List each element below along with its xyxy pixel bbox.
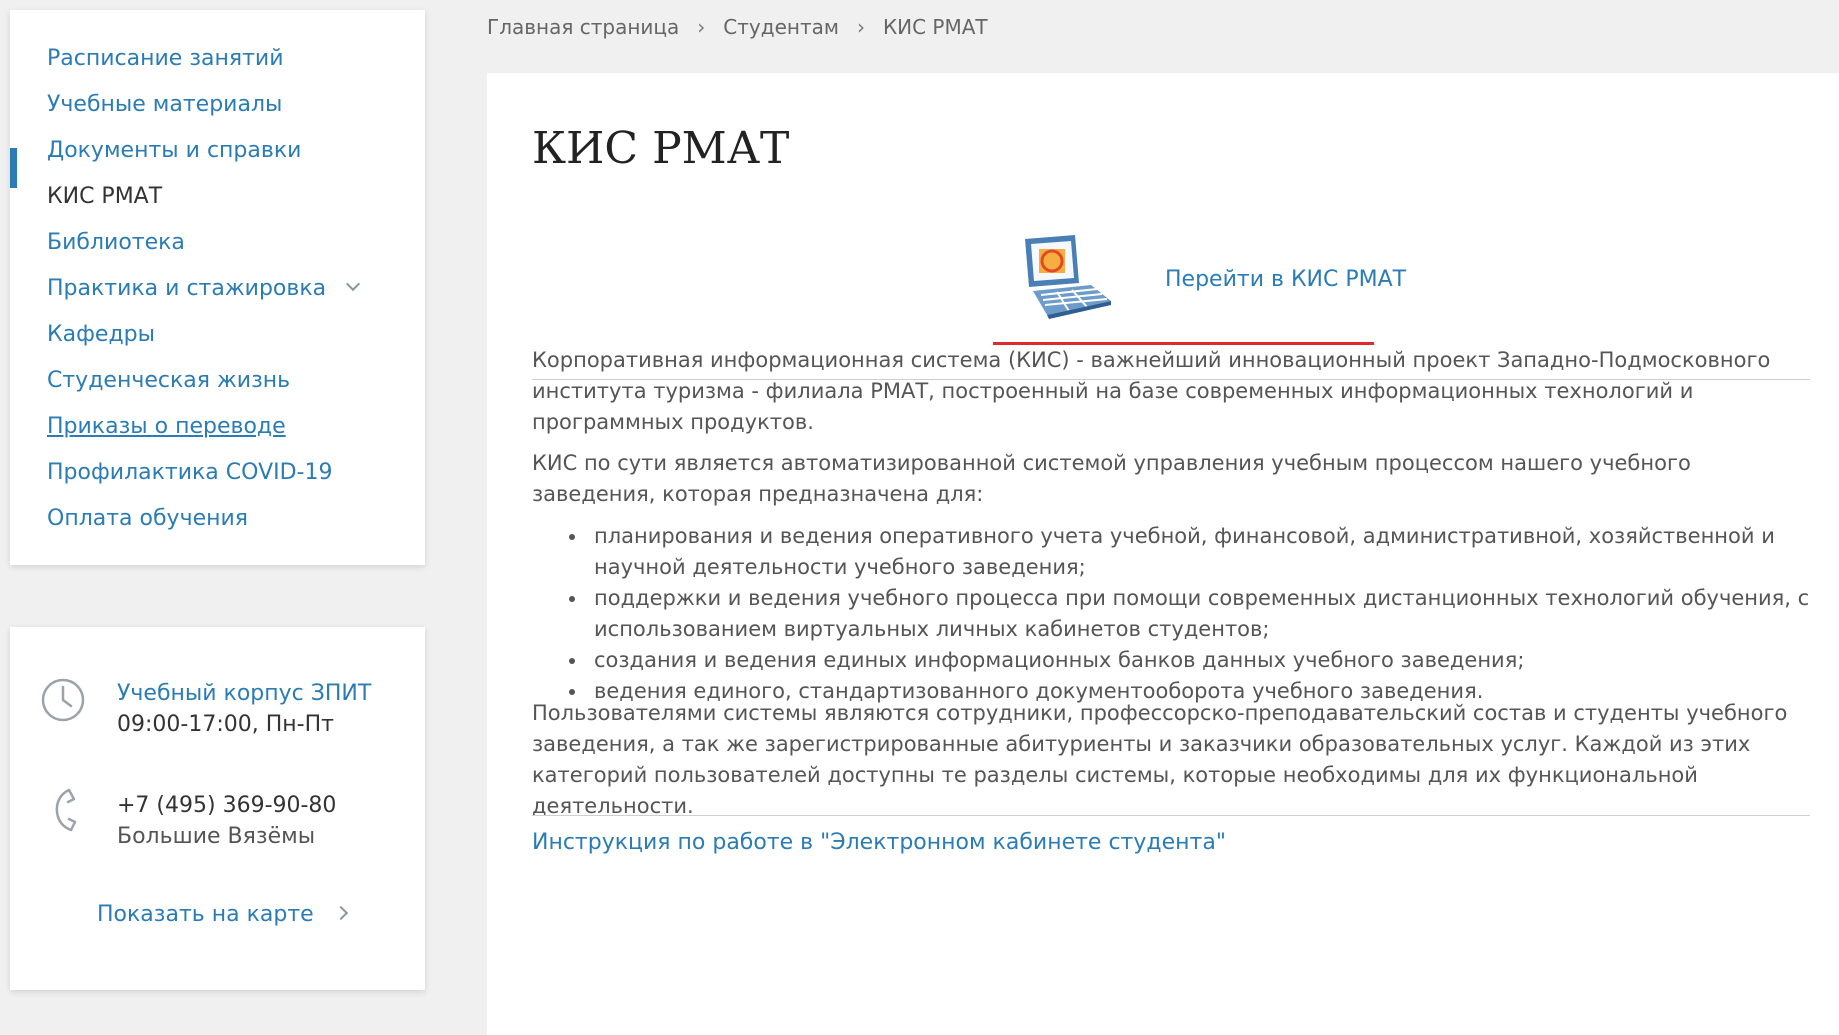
list-item: поддержки и ведения учебного процесса пр…	[532, 583, 1812, 645]
list-item: планирования и ведения оперативного учет…	[532, 521, 1812, 583]
sidebar-item-covid[interactable]: Профилактика COVID-19	[47, 458, 332, 488]
go-to-kis-link[interactable]: Перейти в КИС РМАТ	[1165, 265, 1406, 295]
sidebar-item-transfer-orders[interactable]: Приказы о переводе	[47, 412, 286, 442]
breadcrumb: Главная страница › Студентам › КИС РМАТ	[487, 12, 988, 42]
kis-link-block[interactable]: Перейти в КИС РМАТ	[1017, 235, 1417, 345]
chevron-down-icon[interactable]	[346, 276, 361, 292]
sidebar-item-kis-rmat[interactable]: КИС РМАТ	[47, 182, 162, 212]
show-on-map-label: Показать на карте	[97, 902, 314, 927]
breadcrumb-separator: ›	[856, 15, 865, 39]
active-indicator	[10, 148, 17, 188]
breadcrumb-current: КИС РМАТ	[882, 15, 988, 39]
sidebar-item-materials[interactable]: Учебные материалы	[47, 90, 282, 120]
phone-number[interactable]: +7 (495) 369-90-80	[117, 791, 336, 821]
sidebar-item-departments[interactable]: Кафедры	[47, 320, 155, 350]
purpose-list: планирования и ведения оперативного учет…	[532, 521, 1812, 707]
computer-icon[interactable]	[1017, 235, 1113, 331]
list-item: создания и ведения единых информационных…	[532, 645, 1812, 676]
phone-icon	[52, 787, 78, 837]
page-title: КИС РМАТ	[532, 123, 790, 174]
breadcrumb-separator: ›	[697, 15, 706, 39]
sidebar-item-practice[interactable]: Практика и стажировка	[47, 274, 361, 304]
breadcrumb-home[interactable]: Главная страница	[487, 15, 679, 39]
sidebar-nav: Расписание занятий Учебные материалы Док…	[10, 10, 425, 565]
show-on-map-link[interactable]: Показать на карте	[97, 900, 348, 930]
sidebar-item-payment[interactable]: Оплата обучения	[47, 504, 248, 534]
sidebar-item-documents[interactable]: Документы и справки	[47, 136, 301, 166]
divider	[532, 815, 1810, 816]
location-label: Большие Вязёмы	[117, 824, 316, 849]
sidebar-item-label: Практика и стажировка	[47, 276, 327, 301]
chevron-right-icon	[333, 905, 348, 921]
sidebar-item-student-life[interactable]: Студенческая жизнь	[47, 366, 290, 396]
clock-icon	[40, 677, 86, 727]
contact-card: Учебный корпус ЗПИТ 09:00-17:00, Пн-Пт +…	[10, 627, 425, 990]
breadcrumb-students[interactable]: Студентам	[723, 15, 839, 39]
sidebar-item-schedule[interactable]: Расписание занятий	[47, 44, 284, 74]
sidebar-item-library[interactable]: Библиотека	[47, 228, 185, 258]
opening-hours: 09:00-17:00, Пн-Пт	[117, 712, 334, 737]
users-paragraph: Пользователями системы являются сотрудни…	[532, 701, 1788, 818]
main-content: КИС РМАТ Перейти в КИС РМАТ Корпоративна…	[487, 73, 1839, 1035]
instruction-link[interactable]: Инструкция по работе в "Электронном каби…	[532, 828, 1226, 858]
description-paragraph: Корпоративная информационная система (КИ…	[532, 348, 1771, 434]
purpose-paragraph: КИС по сути является автоматизированной …	[532, 451, 1691, 506]
building-link[interactable]: Учебный корпус ЗПИТ	[117, 679, 371, 709]
